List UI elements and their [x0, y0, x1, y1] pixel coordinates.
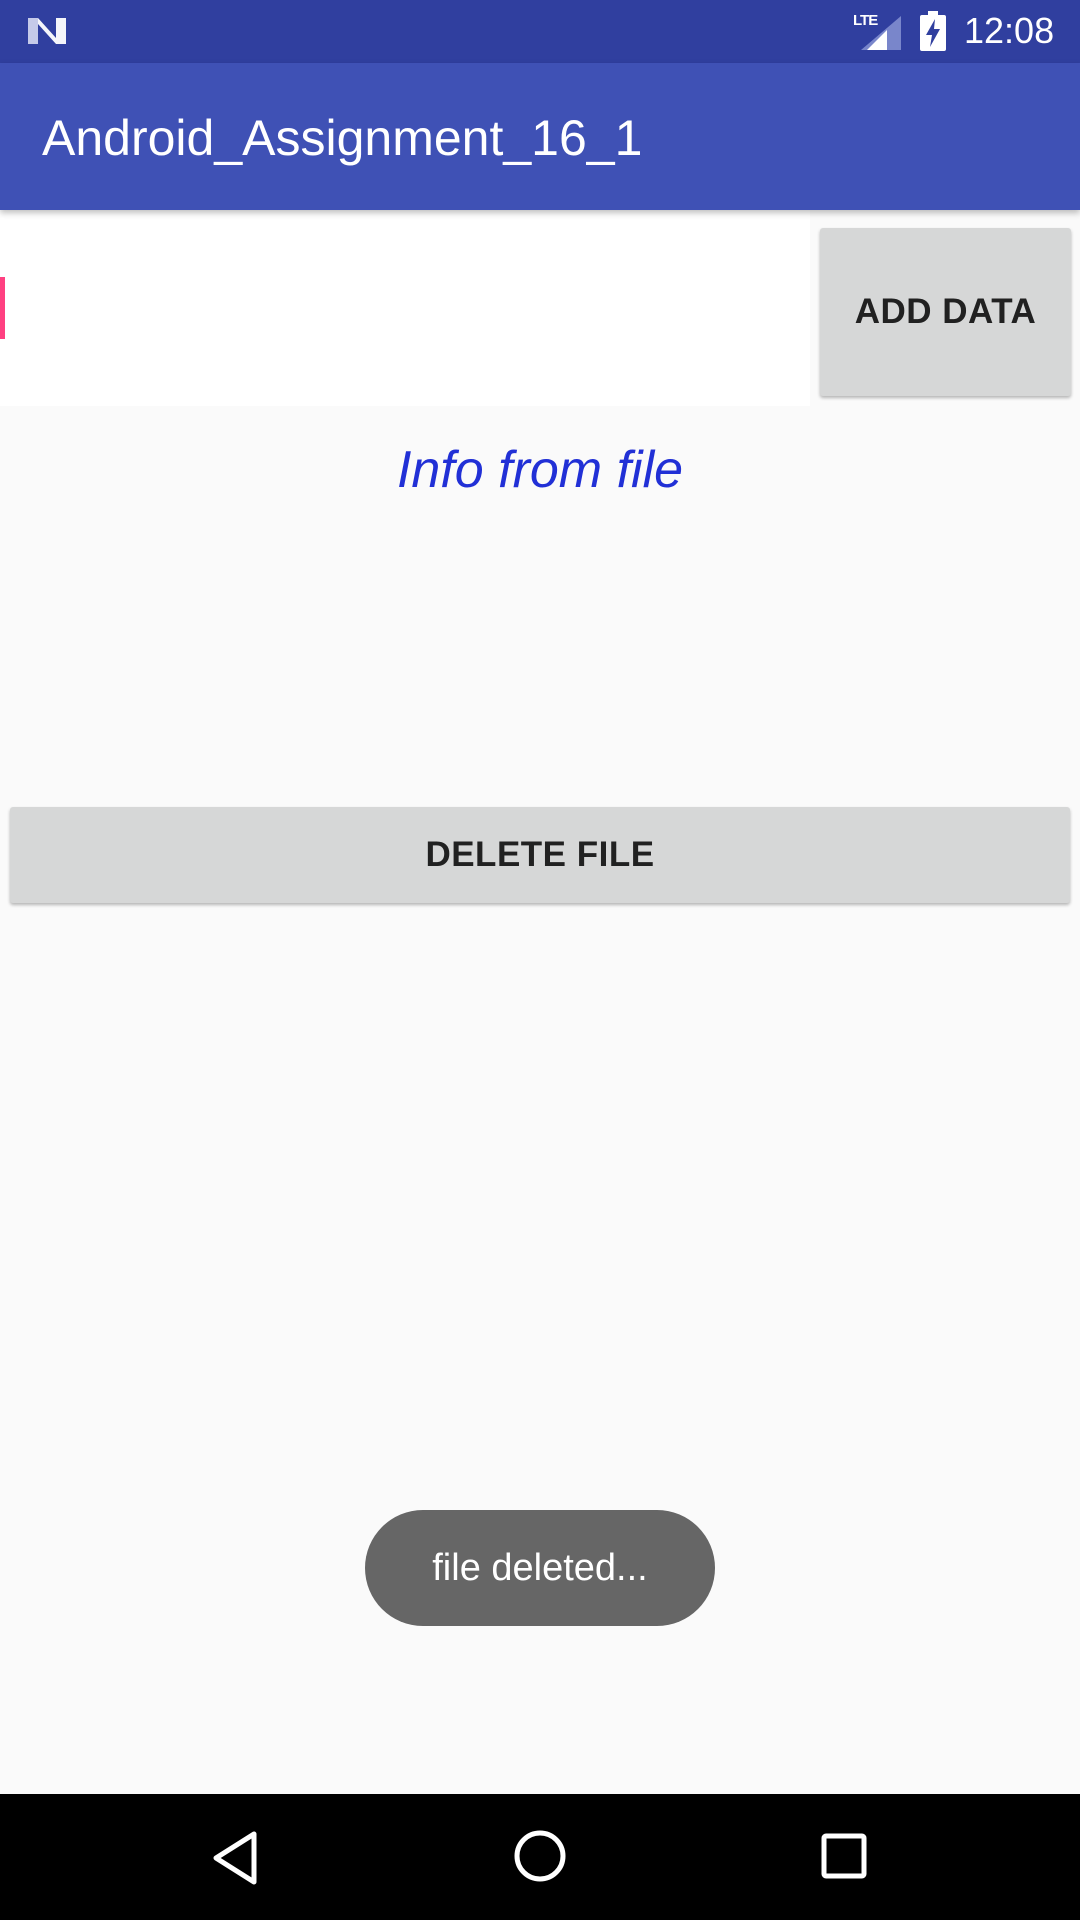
status-bar: LTE 12:08 — [0, 0, 1080, 63]
battery-charging-icon — [920, 11, 946, 51]
back-icon[interactable] — [210, 1830, 260, 1886]
app-title: Android_Assignment_16_1 — [42, 110, 643, 166]
lte-signal-icon: LTE — [853, 12, 901, 50]
add-data-button[interactable]: ADD DATA — [820, 228, 1071, 396]
text-cursor — [0, 277, 5, 339]
delete-file-button[interactable]: DELETE FILE — [10, 807, 1070, 903]
navigation-bar — [0, 1794, 1080, 1920]
data-input-container[interactable] — [0, 210, 810, 406]
data-input[interactable] — [8, 270, 802, 348]
status-time: 12:08 — [964, 10, 1055, 51]
recents-icon[interactable] — [820, 1832, 868, 1880]
toast-message: file deleted... — [365, 1510, 715, 1626]
info-text: Info from file — [396, 441, 684, 499]
home-icon[interactable] — [512, 1828, 568, 1884]
app-bar: Android_Assignment_16_1 — [0, 63, 1080, 210]
app-screen: LTE 12:08 Android_Assignment_16_1 ADD DA… — [0, 0, 1080, 1920]
android-n-icon — [28, 18, 66, 44]
